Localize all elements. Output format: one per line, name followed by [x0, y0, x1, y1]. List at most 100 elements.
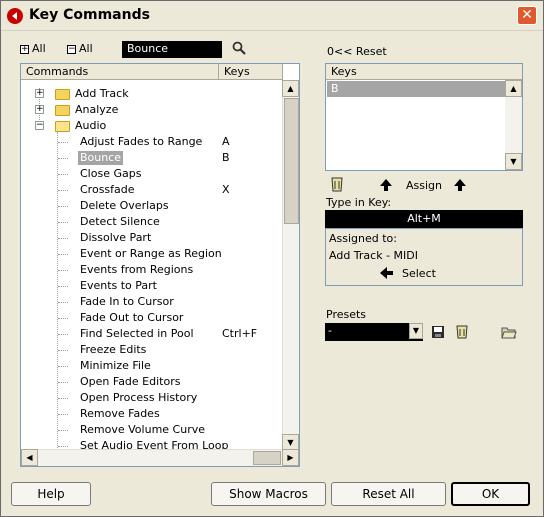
close-button[interactable]: ✕ [517, 6, 537, 25]
scroll-down-icon[interactable]: ▼ [505, 153, 522, 170]
expand-icon[interactable]: + [35, 105, 44, 114]
scroll-thumb[interactable] [284, 98, 299, 224]
ok-button[interactable]: OK [451, 482, 530, 506]
command-label: Minimize File [80, 359, 151, 372]
command-row[interactable]: Fade In to Cursor [21, 294, 283, 310]
tree-guide [58, 366, 68, 367]
vertical-scrollbar[interactable]: ▲ ▼ [282, 80, 299, 451]
command-row[interactable]: Event or Range as Region [21, 246, 283, 262]
tree-guide [58, 158, 68, 159]
show-macros-button[interactable]: Show Macros [211, 482, 326, 506]
collapse-all-button[interactable]: All [79, 42, 93, 55]
tree-guide [58, 238, 68, 239]
command-label: Bounce [78, 151, 124, 165]
tree-guide [58, 398, 68, 399]
command-label: Open Fade Editors [80, 375, 181, 388]
command-label: Close Gaps [80, 167, 142, 180]
tree-guide [58, 334, 68, 335]
command-row[interactable]: Delete Overlaps [21, 198, 283, 214]
delete-key-icon[interactable] [329, 176, 345, 193]
command-label: Fade In to Cursor [80, 295, 174, 308]
horizontal-scrollbar[interactable]: ◀ ▶ [21, 449, 299, 466]
scroll-up-icon[interactable]: ▲ [282, 80, 299, 97]
type-in-key-input[interactable]: Alt+M [325, 210, 523, 228]
command-row[interactable]: Open Fade Editors [21, 374, 283, 390]
command-label: Fade Out to Cursor [80, 311, 184, 324]
command-row[interactable]: Dissolve Part [21, 230, 283, 246]
command-row[interactable]: Close Gaps [21, 166, 283, 182]
chevron-down-icon[interactable]: ▼ [409, 323, 423, 339]
keys-scroll-track[interactable] [505, 97, 522, 153]
presets-dropdown[interactable]: - ▼ [325, 323, 423, 341]
scroll-left-icon[interactable]: ◀ [21, 449, 38, 466]
arrow-left-icon[interactable] [379, 266, 394, 280]
tree-guide [58, 430, 68, 431]
command-label: Detect Silence [80, 215, 160, 228]
type-in-key-label: Type in Key: [326, 196, 392, 209]
command-label: Crossfade [80, 183, 135, 196]
command-label: Freeze Edits [80, 343, 147, 356]
tree-guide [58, 222, 68, 223]
open-folder-icon [55, 121, 70, 132]
expand-icon[interactable]: + [35, 89, 44, 98]
command-row[interactable]: Fade Out to Cursor [21, 310, 283, 326]
command-key: Ctrl+F [222, 327, 258, 340]
tree-guide [58, 350, 68, 351]
save-icon[interactable] [431, 325, 445, 339]
command-row[interactable]: Events to Part [21, 278, 283, 294]
tree-guide [58, 174, 68, 175]
commands-tree[interactable]: Commands Keys + Add Track + Analyze − Au… [20, 63, 300, 467]
command-label: Remove Volume Curve [80, 423, 205, 436]
command-row[interactable]: Events from Regions [21, 262, 283, 278]
reset-button[interactable]: 0<< Reset [327, 45, 387, 58]
tree-folder-add-track[interactable]: + Add Track [21, 86, 283, 102]
arrow-up-icon[interactable] [453, 178, 467, 192]
select-button[interactable]: Select [402, 267, 436, 280]
scroll-up-icon[interactable]: ▲ [505, 80, 522, 97]
reset-all-button[interactable]: Reset All [331, 482, 446, 506]
tree-folder-audio[interactable]: − Audio [21, 118, 283, 134]
command-label: Delete Overlaps [80, 199, 169, 212]
tree-guide [58, 302, 68, 303]
tree-guide [58, 206, 68, 207]
command-row[interactable]: Find Selected in Pool Ctrl+F [21, 326, 283, 342]
tree-guide [58, 142, 68, 143]
title-bar: Key Commands ✕ [1, 1, 543, 31]
command-row[interactable]: Detect Silence [21, 214, 283, 230]
command-label: Events to Part [80, 279, 157, 292]
app-icon [7, 8, 23, 24]
help-button[interactable]: Help [11, 482, 91, 506]
scroll-thumb[interactable] [253, 451, 281, 465]
command-key: B [222, 151, 230, 164]
search-icon[interactable] [232, 41, 246, 55]
arrow-up-icon[interactable] [379, 178, 393, 192]
command-row[interactable]: Adjust Fades to Range A [21, 134, 283, 150]
expand-all-button[interactable]: All [32, 42, 46, 55]
window-title: Key Commands [29, 7, 150, 23]
open-folder-icon[interactable] [501, 325, 517, 339]
column-header-commands[interactable]: Commands [21, 64, 219, 80]
command-key: A [222, 135, 230, 148]
command-row[interactable]: Remove Fades [21, 406, 283, 422]
key-entry-selected[interactable]: B [327, 81, 505, 97]
assigned-to-value: Add Track - MIDI [329, 249, 418, 262]
scroll-right-icon[interactable]: ▶ [282, 449, 299, 466]
command-row[interactable]: Minimize File [21, 358, 283, 374]
tree-folder-analyze[interactable]: + Analyze [21, 102, 283, 118]
collapse-icon[interactable]: − [35, 121, 44, 130]
command-row[interactable]: Freeze Edits [21, 342, 283, 358]
command-label: Events from Regions [80, 263, 194, 276]
delete-preset-icon[interactable] [455, 324, 469, 340]
command-row[interactable]: Remove Volume Curve [21, 422, 283, 438]
expand-all-icon[interactable]: + [20, 45, 29, 54]
collapse-all-icon[interactable]: − [67, 45, 76, 54]
search-input[interactable]: Bounce [122, 41, 222, 58]
command-label: Dissolve Part [80, 231, 152, 244]
command-row[interactable]: Open Process History [21, 390, 283, 406]
tree-guide [58, 318, 68, 319]
keys-list[interactable]: Keys B ▲ ▼ [325, 63, 523, 171]
assign-button[interactable]: Assign [406, 179, 442, 192]
command-row-selected[interactable]: Bounce B [21, 150, 283, 166]
column-header-keys[interactable]: Keys [219, 64, 283, 80]
command-row[interactable]: Crossfade X [21, 182, 283, 198]
